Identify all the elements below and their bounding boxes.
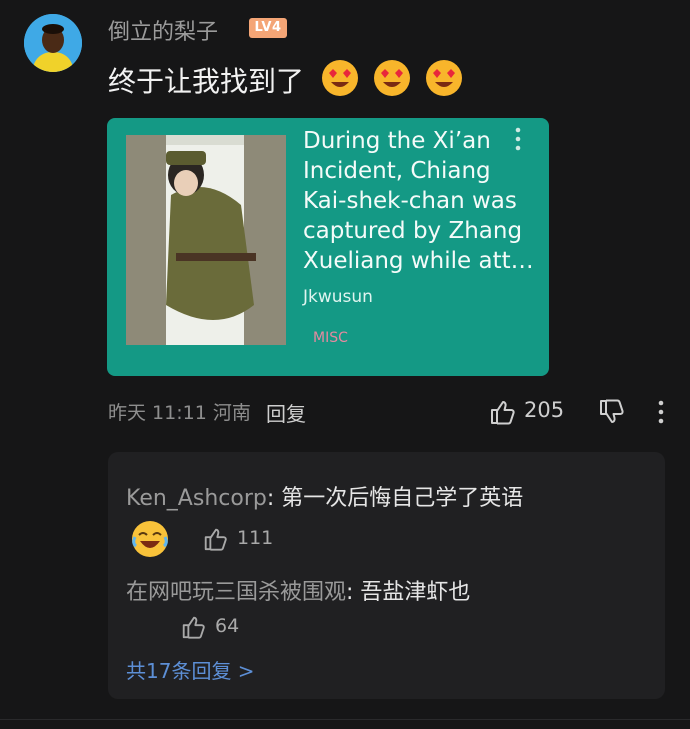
reply-item[interactable]: Ken_Ashcorp: 第一次后悔自己学了英语 [126, 480, 523, 512]
reply-like-count: 111 [237, 527, 274, 549]
like-count: 205 [524, 398, 565, 422]
avatar-image [24, 14, 82, 72]
divider [0, 719, 690, 720]
card-tag: MISC [313, 330, 348, 346]
reply-author[interactable]: 在网吧玩三国杀被围观 [126, 580, 346, 605]
reply-colon: : [346, 580, 361, 605]
reply-text: 吾盐津虾也 [360, 580, 471, 605]
view-all-replies-link[interactable]: 共17条回复 > [126, 655, 255, 684]
avatar[interactable] [24, 14, 82, 72]
reply-like-count: 64 [215, 615, 240, 637]
reply-thumbs-up-icon[interactable] [180, 614, 206, 640]
card-more-icon[interactable] [513, 125, 523, 153]
emoji-group [320, 58, 464, 98]
card-author: Jkwusun [303, 287, 373, 307]
heart-eyes-emoji [322, 60, 358, 96]
reply-thumbs-up-icon[interactable] [202, 526, 228, 552]
card-thumbnail [126, 135, 286, 345]
reply-colon: : [266, 486, 282, 511]
level-badge: LV4 [249, 18, 287, 38]
comment-meta: 昨天 11:11 河南 [108, 402, 251, 424]
reply-button[interactable]: 回复 [266, 398, 306, 427]
thumbnail-illustration [126, 135, 286, 345]
comment-text: 终于让我找到了 [108, 65, 305, 98]
thumbs-up-icon[interactable] [488, 398, 516, 426]
username[interactable]: 倒立的梨子 [108, 14, 218, 46]
reply-author[interactable]: Ken_Ashcorp [126, 486, 267, 511]
thumbs-down-icon[interactable] [597, 398, 625, 426]
heart-eyes-emoji [374, 60, 410, 96]
more-options-icon[interactable] [656, 399, 666, 425]
laughing-crying-emoji [132, 521, 168, 557]
heart-eyes-emoji [426, 60, 462, 96]
card-title[interactable]: During the Xi’an Incident, Chiang Kai-sh… [303, 126, 535, 276]
reply-item[interactable]: 在网吧玩三国杀被围观: 吾盐津虾也 [126, 572, 646, 614]
reply-text: 第一次后悔自己学了英语 [281, 486, 524, 511]
